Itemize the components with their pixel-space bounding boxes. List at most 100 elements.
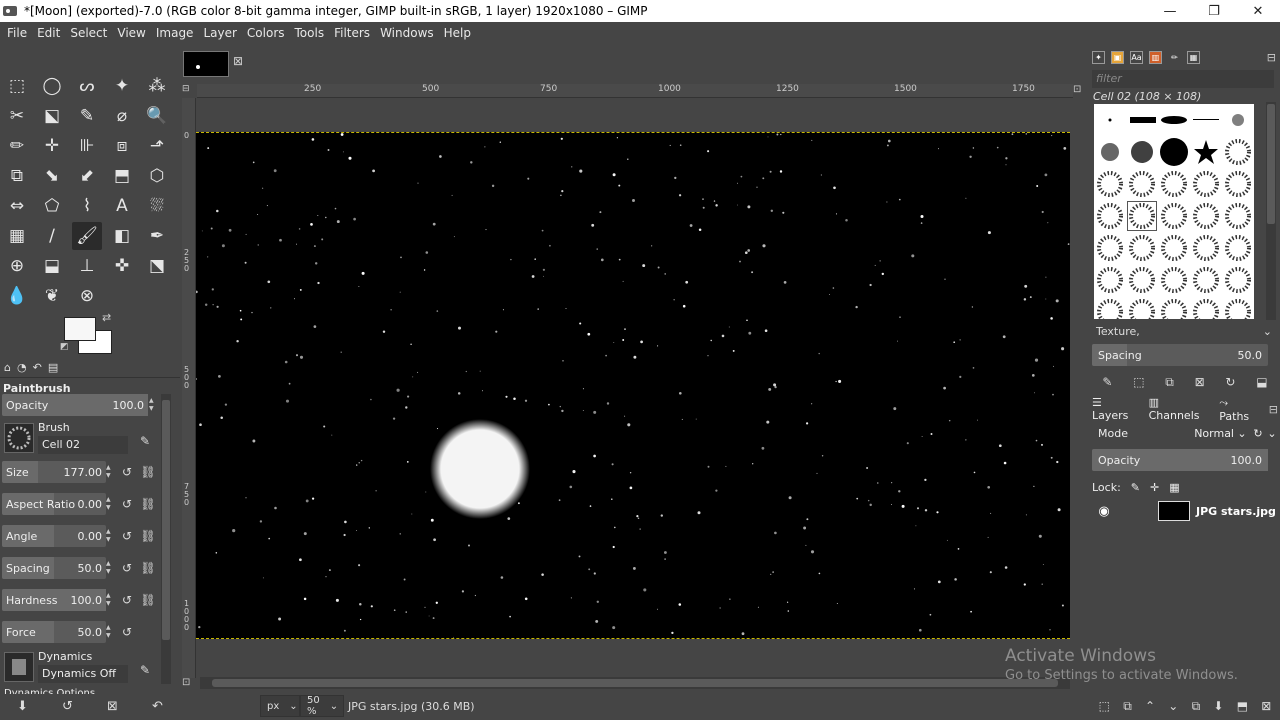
reset-options-icon[interactable]: ↶ — [152, 699, 163, 714]
brush-cell[interactable] — [1094, 168, 1126, 200]
minimize-button[interactable]: — — [1148, 0, 1192, 22]
configure-tab-icon[interactable]: ⊟ — [1269, 403, 1278, 416]
tool-20-icon[interactable]: ⇔ — [2, 192, 32, 220]
tool-33-icon[interactable]: ✜ — [107, 252, 137, 280]
menu-file[interactable]: File — [2, 26, 32, 40]
brushes-tab-icon[interactable]: ✦ — [1092, 50, 1105, 64]
paint-dynamics-tab-icon[interactable]: ✏ — [1168, 51, 1181, 64]
brush-cell[interactable] — [1158, 136, 1190, 168]
size-link-icon[interactable]: ⛓ — [139, 463, 157, 481]
menu-image[interactable]: Image — [151, 26, 199, 40]
tool-18-icon[interactable]: ⬒ — [107, 162, 137, 190]
aspect-ratio-slider[interactable]: Aspect Ratio 0.00 — [2, 493, 106, 515]
menu-edit[interactable]: Edit — [32, 26, 65, 40]
brush-cell[interactable] — [1190, 232, 1222, 264]
brush-cell[interactable] — [1222, 136, 1254, 168]
image-tab-thumbnail[interactable] — [183, 51, 229, 77]
brush-cell[interactable] — [1094, 200, 1126, 232]
tab-layers[interactable]: ☰ Layers — [1092, 396, 1139, 422]
brush-cell[interactable] — [1126, 104, 1158, 136]
brush-cell[interactable] — [1094, 296, 1126, 319]
patterns-tab-icon[interactable]: ▣ — [1111, 50, 1124, 64]
brush-cell[interactable] — [1126, 296, 1158, 319]
brush-cell[interactable] — [1158, 264, 1190, 296]
fonts-tab-icon[interactable]: Aa — [1130, 50, 1143, 64]
tool-28-icon[interactable]: ◧ — [107, 222, 137, 250]
vertical-ruler[interactable]: 0 250 500 750 1000 — [182, 98, 196, 678]
tool-21-icon[interactable]: ⬠ — [37, 192, 67, 220]
size-spinner[interactable]: ▲ ▼ — [106, 461, 116, 483]
aspect-ratio-reset-icon[interactable]: ↺ — [118, 495, 136, 513]
brush-preview[interactable] — [4, 423, 34, 453]
tool-26-icon[interactable]: ∕ — [37, 222, 67, 250]
tool-9-icon[interactable]: 🔍 — [142, 102, 172, 130]
horizontal-ruler[interactable]: 250 500 750 1000 1250 1500 1750 — [197, 84, 1073, 98]
tool-7-icon[interactable]: ✎ — [72, 102, 102, 130]
delete-layer-icon[interactable]: ⊠ — [1261, 699, 1271, 713]
force-spinner[interactable]: ▲ ▼ — [106, 621, 116, 643]
tool-2-icon[interactable]: ᔕ — [72, 72, 102, 100]
unit-select[interactable]: px ⌄ — [260, 695, 300, 717]
tool-1-icon[interactable]: ◯ — [37, 72, 67, 100]
brush-cell[interactable] — [1190, 168, 1222, 200]
chevron-down-icon[interactable]: ⌄ — [1266, 427, 1278, 440]
tool-22-icon[interactable]: ⌇ — [72, 192, 102, 220]
new-brush-icon[interactable]: ⬚ — [1133, 375, 1144, 389]
lock-alpha-icon[interactable]: ▦ — [1169, 481, 1179, 494]
hardness-slider[interactable]: Hardness 100.0 — [2, 589, 106, 611]
device-status-tab-icon[interactable]: ◔ — [17, 361, 27, 374]
tool-31-icon[interactable]: ⬓ — [37, 252, 67, 280]
undo-history-tab-icon[interactable]: ↶ — [33, 361, 42, 374]
brush-cell[interactable] — [1094, 264, 1126, 296]
angle-reset-icon[interactable]: ↺ — [118, 527, 136, 545]
brush-cell[interactable] — [1222, 264, 1254, 296]
switch-mode-icon[interactable]: ↻ — [1250, 427, 1266, 440]
aspect-ratio-spinner[interactable]: ▲ ▼ — [106, 493, 116, 515]
lock-position-icon[interactable]: ✛ — [1150, 481, 1159, 494]
tool-8-icon[interactable]: ⌀ — [107, 102, 137, 130]
gradients-tab-icon[interactable]: ▦ — [1187, 50, 1200, 64]
menu-select[interactable]: Select — [65, 26, 112, 40]
menu-filters[interactable]: Filters — [329, 26, 375, 40]
close-image-tab-icon[interactable]: ⊠ — [233, 54, 243, 68]
brush-filter-input[interactable]: filter — [1092, 70, 1274, 88]
tool-6-icon[interactable]: ⬕ — [37, 102, 67, 130]
brush-cell[interactable] — [1094, 232, 1126, 264]
dynamics-preview[interactable] — [4, 652, 34, 682]
brush-cell[interactable] — [1190, 200, 1222, 232]
mask-layer-icon[interactable]: ⬒ — [1237, 699, 1248, 713]
tool-5-icon[interactable]: ✂ — [2, 102, 32, 130]
tool-options-scroll-thumb[interactable] — [162, 400, 170, 640]
spacing-reset-icon[interactable]: ↺ — [118, 559, 136, 577]
raise-layer-icon[interactable]: ⌃ — [1145, 699, 1155, 713]
angle-spinner[interactable]: ▲ ▼ — [106, 525, 116, 547]
spacing-link-icon[interactable]: ⛓ — [139, 559, 157, 577]
mode-select[interactable]: Normal — [1172, 427, 1234, 440]
chevron-down-icon[interactable]: ⌄ — [1234, 427, 1250, 440]
force-slider[interactable]: Force 50.0 — [2, 621, 106, 643]
horizontal-scrollbar[interactable] — [200, 677, 1070, 689]
tool-36-icon[interactable]: ❦ — [37, 282, 67, 310]
swap-colors-icon[interactable]: ⇄ — [102, 311, 111, 324]
restore-button[interactable]: ❐ — [1192, 0, 1236, 22]
brush-spacing-slider[interactable]: Spacing 50.0 — [1092, 344, 1268, 366]
brush-grid[interactable] — [1094, 104, 1254, 319]
tool-3-icon[interactable]: ✦ — [107, 72, 137, 100]
hardness-spinner[interactable]: ▲ ▼ — [106, 589, 116, 611]
configure-tab-icon[interactable]: ⊟ — [1267, 51, 1276, 64]
brush-cell[interactable] — [1158, 200, 1190, 232]
angle-slider[interactable]: Angle 0.00 — [2, 525, 106, 547]
close-button[interactable]: ✕ — [1236, 0, 1280, 22]
tool-15-icon[interactable]: ⧉ — [2, 162, 32, 190]
menu-view[interactable]: View — [112, 26, 150, 40]
refresh-brushes-icon[interactable]: ↻ — [1225, 375, 1235, 389]
tool-13-icon[interactable]: ⧈ — [107, 132, 137, 160]
layer-row[interactable]: ◉ JPG stars.jpg — [1092, 498, 1278, 524]
delete-options-icon[interactable]: ⊠ — [107, 699, 118, 714]
brush-cell[interactable] — [1158, 232, 1190, 264]
brush-cell[interactable] — [1190, 104, 1222, 136]
brush-cell[interactable] — [1094, 136, 1126, 168]
new-layer-icon[interactable]: ⬚ — [1099, 699, 1110, 713]
brush-cell[interactable] — [1126, 200, 1158, 232]
brush-cell[interactable] — [1222, 104, 1254, 136]
